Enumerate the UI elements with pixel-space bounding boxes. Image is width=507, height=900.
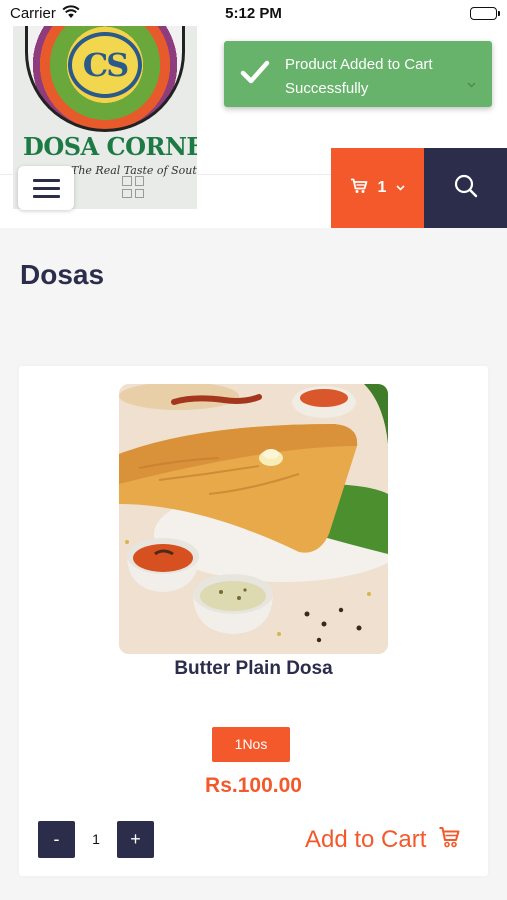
quantity-increase-button[interactable]: + [117, 821, 154, 858]
add-to-cart-button[interactable]: Add to Cart [305, 822, 460, 858]
success-toast[interactable]: Product Added to Cart Successfully [224, 41, 492, 107]
toast-message: Product Added to Cart Successfully [285, 56, 433, 97]
chevron-down-icon [396, 182, 406, 194]
product-price: Rs.100.00 [205, 774, 302, 797]
product-name: Butter Plain Dosa [174, 658, 333, 679]
checkmark-icon [240, 59, 270, 90]
product-card: Butter Plain Dosa 1Nos Rs.100.00 - 1 + A… [19, 366, 488, 876]
product-image[interactable] [119, 384, 388, 654]
cart-count: 1 [377, 179, 387, 196]
hamburger-menu-button[interactable] [18, 166, 74, 210]
add-to-cart-label: Add to Cart [305, 826, 427, 853]
hamburger-menu-icon [32, 178, 60, 182]
quantity-value[interactable]: 1 [75, 821, 117, 858]
logo-name: DOSA CORNER [23, 132, 197, 161]
cart-button[interactable]: 1 [331, 148, 424, 228]
cart-icon [350, 178, 368, 199]
search-button[interactable] [424, 148, 507, 228]
status-bar: Carrier 5:12 PM [0, 0, 507, 26]
search-icon [454, 174, 478, 203]
clock: 5:12 PM [225, 5, 282, 22]
battery-icon [470, 7, 500, 20]
quantity-decrease-button[interactable]: - [38, 821, 75, 858]
page-title: Dosas [20, 259, 105, 290]
unit-badge[interactable]: 1Nos [212, 727, 290, 762]
cart-icon [438, 826, 460, 855]
grid-view-icon[interactable] [122, 176, 144, 198]
toast-chevron-down-icon[interactable] [467, 79, 476, 91]
logo-monogram: CS [68, 32, 142, 98]
